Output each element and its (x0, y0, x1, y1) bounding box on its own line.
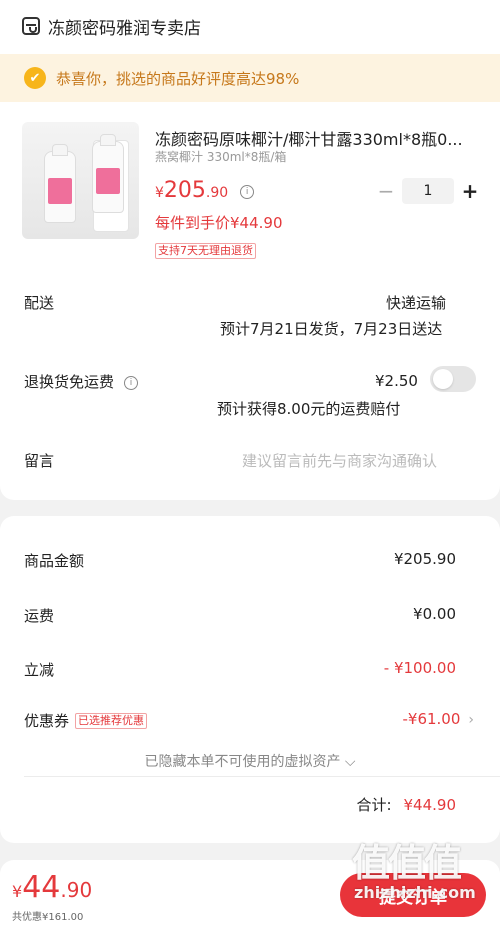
increase-button[interactable]: + (456, 178, 484, 204)
chevron-right-icon: › (468, 712, 474, 728)
delivery-type[interactable]: 快递运输 (386, 292, 446, 313)
return-policy-tag: 支持7天无理由退货 (155, 243, 256, 259)
checkout-price-decimal: .90 (60, 878, 93, 902)
quantity-stepper: − 1 + (372, 178, 484, 204)
product-title[interactable]: 冻颜密码原味椰汁/椰汁甘露330ml*8瓶0... (155, 126, 480, 150)
rating-banner-text: 恭喜你，挑选的商品好评度高达98% (56, 69, 300, 88)
goods-amount-row: 商品金额 ¥205.90 (24, 550, 456, 571)
product-bottle (92, 134, 124, 213)
watermark-url: zhizhizhi.com (354, 883, 476, 902)
shipping-value: ¥0.00 (413, 605, 456, 623)
checkout-price: ¥ 44 .90 (12, 870, 92, 905)
coupon-label: 优惠券 (24, 712, 70, 730)
coupon-label-group: 优惠券 已选推荐优惠 (24, 710, 148, 731)
delivery-eta: 预计7月21日发货，7月23日送达 (220, 320, 443, 338)
return-fee-note: 预计获得8.00元的运费赔付 (217, 400, 401, 418)
message-label: 留言 (24, 452, 55, 470)
message-input[interactable]: 建议留言前先与商家沟通确认 (242, 450, 437, 471)
toggle-knob (433, 369, 453, 389)
goods-amount-label: 商品金额 (24, 552, 85, 570)
unit-price: 每件到手价¥44.90 (155, 214, 283, 232)
instant-discount-label: 立减 (24, 661, 55, 679)
return-fee-label: 退换货免运费 i (24, 371, 139, 392)
product-image[interactable] (22, 122, 139, 239)
coupon-value-group: -¥61.00 › (402, 710, 474, 731)
store-icon (22, 17, 40, 35)
goods-amount-value: ¥205.90 (393, 550, 456, 568)
watermark: 值值值 zhizhizhi.com (352, 842, 492, 902)
coupon-value: -¥61.00 (402, 710, 461, 728)
coupon-row[interactable]: 优惠券 已选推荐优惠 -¥61.00 › (24, 710, 474, 731)
instant-discount-row: 立减 - ¥100.00 (24, 659, 456, 680)
thumbs-up-icon: ✔ (24, 67, 46, 89)
product-spec[interactable]: 燕窝椰汁 330ml*8瓶/箱 (155, 148, 286, 165)
divider (24, 776, 500, 777)
watermark-logo: 值值值 (352, 841, 462, 885)
shipping-row: 运费 ¥0.00 (24, 605, 456, 626)
price-decimal: .90 (205, 185, 229, 201)
instant-discount-value: - ¥100.00 (383, 659, 456, 677)
total-row: 合计: ¥44.90 (356, 794, 456, 815)
checkout-price-integer: 44 (22, 870, 61, 905)
shop-name: 冻颜密码雅润专卖店 (48, 18, 201, 39)
info-icon[interactable]: i (240, 185, 255, 199)
total-value: ¥44.90 (403, 796, 457, 814)
total-discount: 共优惠¥161.00 (12, 912, 84, 923)
checkout-currency: ¥ (12, 882, 23, 901)
total-label: 合计: (356, 796, 392, 814)
return-fee-label-text: 退换货免运费 (24, 373, 115, 391)
product-bottle (44, 144, 76, 223)
coupon-recommend-tag: 已选推荐优惠 (75, 713, 148, 729)
price-currency: ¥ (155, 185, 164, 201)
decrease-button[interactable]: − (372, 178, 400, 204)
return-fee-toggle[interactable] (430, 366, 476, 392)
return-fee-amount: ¥2.50 (375, 372, 418, 390)
quantity-value[interactable]: 1 (402, 178, 454, 204)
product-price: ¥ 205 .90 i (155, 178, 255, 203)
hidden-assets-toggle[interactable]: 已隐藏本单不可使用的虚拟资产 ⌵ (0, 751, 500, 771)
shipping-label: 运费 (24, 607, 55, 625)
price-integer: 205 (163, 178, 206, 203)
delivery-label: 配送 (24, 294, 55, 312)
info-icon[interactable]: i (124, 376, 139, 390)
shop-header[interactable]: 冻颜密码雅润专卖店 (22, 12, 201, 40)
rating-banner: ✔ 恭喜你，挑选的商品好评度高达98% (0, 54, 500, 102)
price-summary-card: 商品金额 ¥205.90 运费 ¥0.00 立减 - ¥100.00 优惠券 已选… (0, 516, 500, 843)
order-card: 冻颜密码雅润专卖店 ✔ 恭喜你，挑选的商品好评度高达98% 冻颜密码原味椰汁/椰… (0, 0, 500, 500)
